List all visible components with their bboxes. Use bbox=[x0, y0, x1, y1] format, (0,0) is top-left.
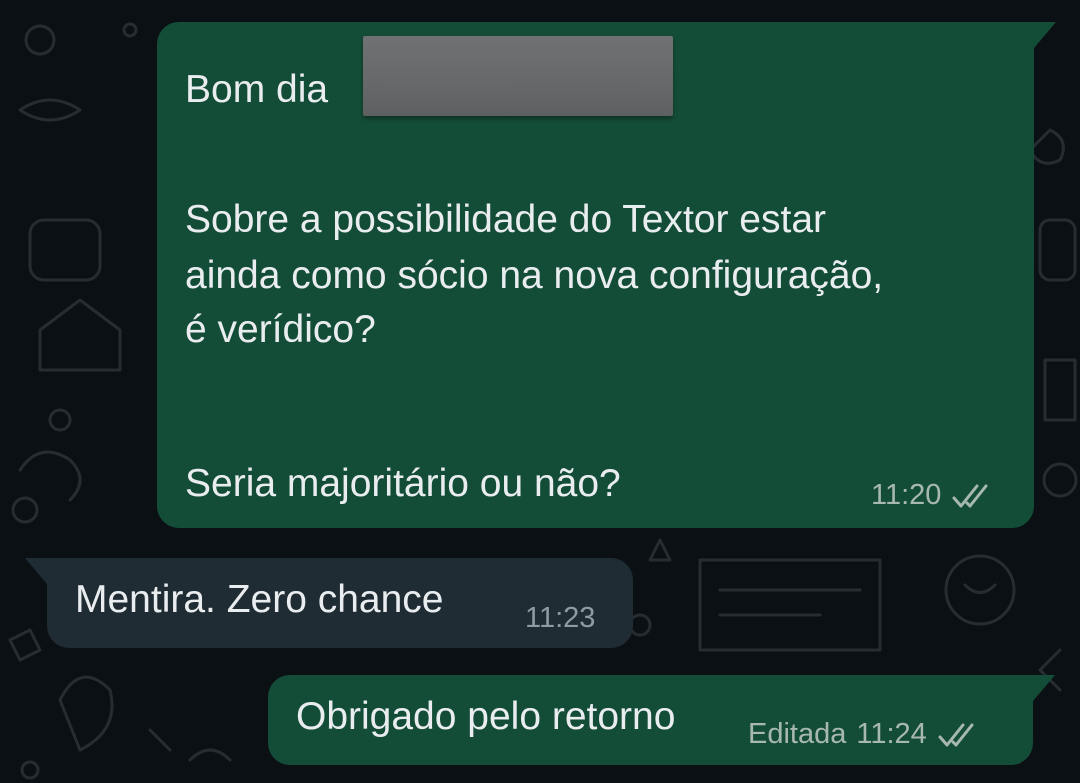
message-text-line: Bom dia bbox=[185, 68, 329, 111]
incoming-message-bubble[interactable]: Mentira. Zero chance 11:23 bbox=[25, 558, 633, 648]
double-check-icon bbox=[952, 484, 988, 507]
message-text-line: é verídico? bbox=[185, 308, 376, 351]
message-time: 11:24 bbox=[856, 718, 927, 750]
bubble-tail bbox=[1034, 22, 1056, 48]
message-time: 11:20 bbox=[871, 479, 942, 511]
message-text-line: Seria majoritário ou não? bbox=[185, 462, 621, 505]
bubble-tail bbox=[25, 558, 47, 584]
double-check-icon bbox=[938, 723, 974, 746]
bubble-tail bbox=[1033, 675, 1055, 701]
message-text-line: ainda como sócio na nova configuração, bbox=[185, 254, 884, 297]
redacted-name-block bbox=[363, 36, 673, 116]
outgoing-message-bubble[interactable]: Obrigado pelo retorno Editada 11:24 bbox=[268, 675, 1055, 765]
message-text-line: Sobre a possibilidade do Textor estar bbox=[185, 198, 827, 241]
message-text: Mentira. Zero chance bbox=[75, 578, 444, 621]
message-meta: 11:20 bbox=[871, 479, 997, 512]
outgoing-message-bubble[interactable]: Bom dia Sobre a possibilidade do Textor … bbox=[157, 22, 1056, 528]
message-time: 11:23 bbox=[525, 602, 596, 634]
message-text: Obrigado pelo retorno bbox=[296, 695, 676, 738]
message-meta: Editada 11:24 bbox=[748, 718, 983, 751]
edited-label: Editada bbox=[748, 718, 847, 750]
message-meta: 11:23 bbox=[525, 602, 595, 635]
